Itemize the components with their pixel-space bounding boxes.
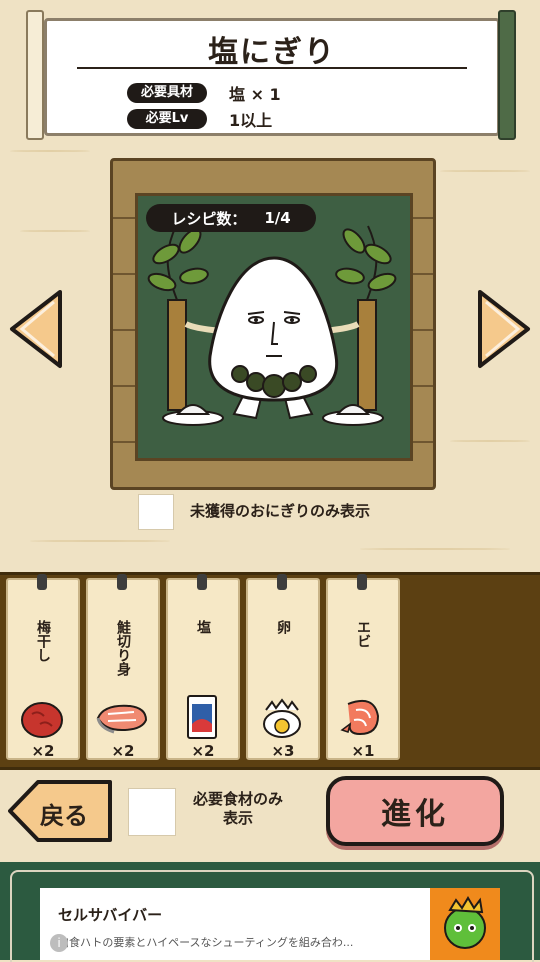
pin-icon	[277, 574, 287, 590]
ad-title: セルサバイバー	[58, 906, 163, 924]
title-divider	[77, 67, 467, 69]
back-button-label: 戻る	[40, 802, 88, 830]
ad-description: 肉食ハトの要素とハイペースなシューティングを組み合わ...	[58, 936, 354, 949]
ad-info-icon[interactable]: i	[50, 934, 68, 952]
recipe-count-label: レシピ数：	[171, 209, 247, 228]
required-only-label: 必要食材のみ 表示	[192, 790, 283, 827]
onigiri-title: 塩にぎり	[208, 35, 336, 70]
ingredient-count: ×2	[31, 742, 55, 760]
ingredient-count: ×3	[271, 742, 295, 760]
next-arrow-icon[interactable]	[476, 286, 534, 372]
recipe-count-badge: レシピ数： 1/4	[146, 204, 316, 232]
shrimp-icon	[340, 700, 380, 736]
requirement-level: 必要Lv 1以上	[127, 107, 272, 131]
chalkboard: レシピ数： 1/4	[135, 193, 413, 461]
ingredient-count: ×2	[111, 742, 135, 760]
egg-icon	[263, 698, 301, 738]
wood-grain	[440, 170, 530, 172]
scroll-rod-left	[26, 10, 44, 140]
requirement-label: 必要Lv	[127, 109, 207, 129]
pin-icon	[357, 574, 367, 590]
salt-bag-icon	[187, 695, 217, 739]
wood-grain	[20, 230, 90, 232]
ingredient-name: 鮭切り身	[115, 620, 131, 676]
requirement-value: 塩 × 1	[229, 85, 281, 104]
wood-grain	[450, 440, 530, 442]
salmon-icon	[96, 704, 148, 734]
recipe-count-value: 1/4	[264, 209, 291, 227]
pin-icon	[37, 574, 47, 590]
ingredient-name: 卵	[275, 620, 291, 634]
requirement-label: 必要具材	[127, 83, 207, 103]
ingredient-card-umeboshi[interactable]: 梅干し ×2	[6, 574, 80, 760]
umeboshi-icon	[21, 702, 63, 738]
ingredient-name: エビ	[355, 620, 371, 648]
wood-grain	[10, 150, 90, 152]
unobtained-only-checkbox[interactable]	[138, 494, 174, 530]
pin-icon	[117, 574, 127, 590]
ad-game-icon	[430, 888, 500, 960]
previous-arrow-icon[interactable]	[6, 286, 64, 372]
ingredient-count: ×2	[191, 742, 215, 760]
ingredient-name: 梅干し	[35, 620, 51, 662]
requirement-value: 1以上	[229, 111, 273, 130]
requirement-ingredient: 必要具材 塩 × 1	[127, 81, 281, 105]
ingredient-card-salmon[interactable]: 鮭切り身 ×2	[86, 574, 160, 760]
evolve-button[interactable]: 進化	[326, 776, 504, 846]
wood-grain	[30, 540, 170, 542]
scroll-rod-right	[498, 10, 516, 140]
pin-icon	[197, 574, 207, 590]
ingredient-count: ×1	[351, 742, 375, 760]
required-only-checkbox[interactable]	[128, 788, 176, 836]
ingredient-card-shrimp[interactable]: エビ ×1	[326, 574, 400, 760]
wood-grain	[360, 548, 510, 550]
ingredient-name: 塩	[195, 620, 211, 634]
onigiri-display-frame: レシピ数： 1/4	[110, 158, 436, 490]
ad-banner[interactable]: セルサバイバー 肉食ハトの要素とハイペースなシューティングを組み合わ...	[40, 888, 500, 960]
ingredient-card-salt[interactable]: 塩 ×2	[166, 574, 240, 760]
unobtained-only-label: 未獲得のおにぎりのみ表示	[190, 502, 371, 520]
recipe-scroll: 塩にぎり 必要具材 塩 × 1 必要Lv 1以上	[26, 10, 516, 140]
scroll-paper: 塩にぎり 必要具材 塩 × 1 必要Lv 1以上	[44, 18, 500, 136]
ingredient-card-egg[interactable]: 卵 ×3	[246, 574, 320, 760]
onigiri-character-illustration	[147, 225, 397, 426]
